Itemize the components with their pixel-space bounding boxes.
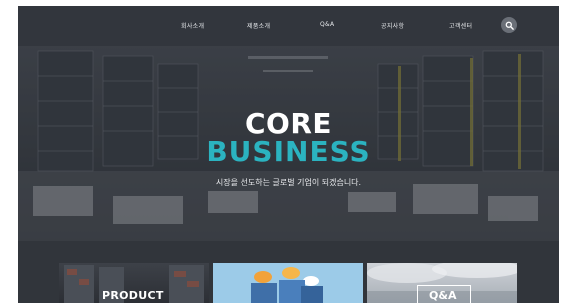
team-card[interactable] [213, 263, 363, 303]
nav-item-products[interactable]: 제품소개 [247, 21, 270, 30]
product-card[interactable]: PRODUCT [59, 263, 209, 303]
feature-cards: PRODUCT Q&A [18, 241, 559, 303]
qa-card-label: Q&A [429, 289, 457, 302]
team-card-image [213, 263, 363, 303]
nav-item-notice[interactable]: 공지사항 [381, 21, 404, 30]
qa-label-box: Q&A [417, 285, 471, 303]
hero-subtitle: 시장을 선도하는 글로벌 기업이 되겠습니다. [215, 178, 362, 187]
nav-item-support[interactable]: 고객센터 [449, 21, 472, 30]
hero-banner: CORE BUSINESS 시장을 선도하는 글로벌 기업이 되겠습니다. [18, 46, 559, 241]
hero-title-business: BUSINESS [206, 135, 371, 168]
search-button[interactable] [501, 17, 517, 33]
nav-item-company[interactable]: 회사소개 [181, 21, 204, 30]
product-card-label: PRODUCT [102, 289, 164, 302]
page-frame: 회사소개 제품소개 Q&A 공지사항 고객센터 CORE BUSINESS 시장… [18, 6, 559, 303]
nav-item-qa[interactable]: Q&A [320, 21, 334, 28]
qa-card[interactable]: Q&A [367, 263, 517, 303]
search-icon [505, 21, 514, 30]
top-nav: 회사소개 제품소개 Q&A 공지사항 고객센터 [18, 6, 559, 46]
